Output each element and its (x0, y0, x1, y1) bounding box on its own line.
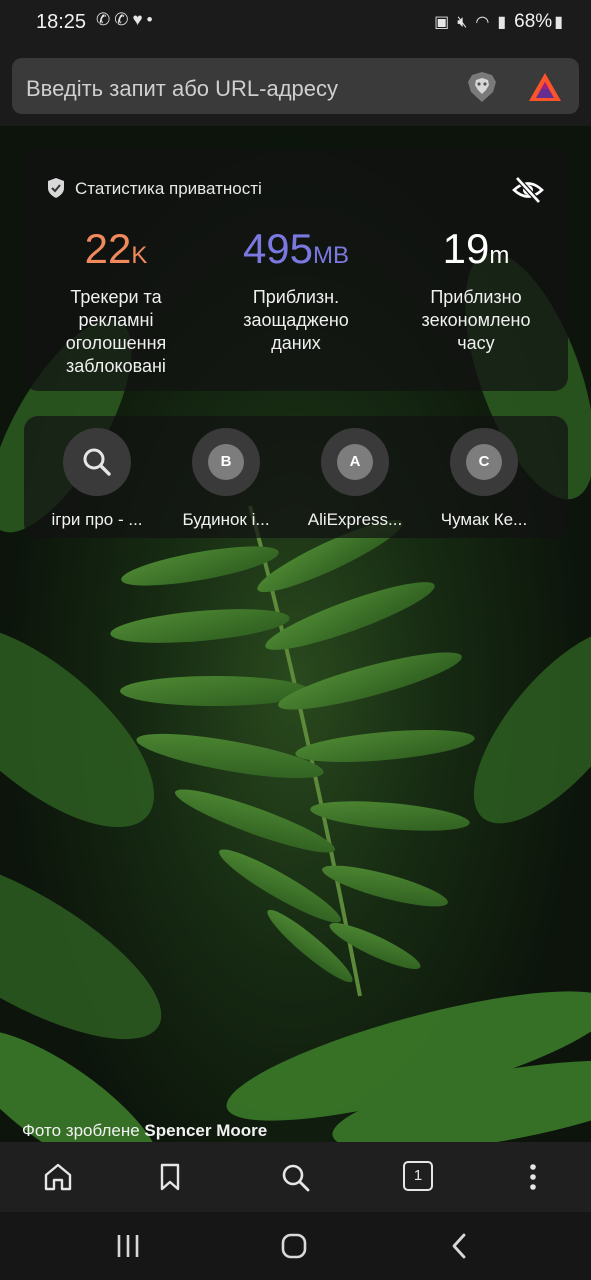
status-bar: 18:25 ✆✆♥• ▣ 🔇︎ ◠ ▮ 68% ▮ (0, 0, 591, 44)
stat-data-label: Приблизн. заощаджено даних (243, 287, 349, 353)
top-site-icon-circle (63, 428, 131, 496)
tab-count: 1 (413, 1167, 423, 1184)
privacy-stats-card: Статистика приватності 22K Трекери та ре… (24, 149, 568, 391)
top-site-label: Чумак Ке... (440, 510, 528, 529)
bat-rewards-icon[interactable] (527, 70, 563, 104)
wifi-icon: ◠ (475, 14, 490, 31)
notification-icons: ✆✆♥• (96, 10, 157, 30)
stat-trackers: 22K Трекери та рекламні оголошення забло… (26, 225, 206, 378)
viber-icon: ✆ (96, 10, 115, 29)
battery-saver-icon: ▣ (434, 14, 450, 31)
top-site-tile[interactable]: ігри про - ... (33, 428, 161, 530)
signal-icon: ▮ (497, 14, 507, 31)
brave-shields-icon[interactable] (465, 70, 499, 104)
mute-icon: 🔇︎ (457, 14, 468, 31)
top-site-label: AliExpress... (307, 510, 403, 529)
home-nav-icon[interactable] (279, 1232, 309, 1260)
toolbar-top (0, 44, 591, 126)
tabs-button[interactable]: 1 (403, 1161, 433, 1191)
photo-credit-author: Spencer Moore (144, 1121, 268, 1140)
system-icons: ▣ 🔇︎ ◠ ▮ 68% ▮ (434, 11, 563, 33)
shield-check-icon (48, 178, 64, 198)
letter-icon: C (466, 444, 502, 480)
letter-icon: B (208, 444, 244, 480)
viber-icon: ✆ (114, 10, 133, 29)
top-site-label: Будинок і... (182, 510, 270, 529)
photo-credit[interactable]: Фото зроблене Spencer Moore (22, 1121, 267, 1141)
url-bar[interactable] (12, 58, 579, 114)
top-site-tile[interactable]: C Чумак Ке... (420, 428, 548, 530)
bottom-toolbar: 1 (0, 1142, 591, 1212)
photo-credit-prefix: Фото зроблене (22, 1121, 140, 1140)
stat-time-label: Приблизно зекономлено часу (421, 287, 531, 353)
system-nav-bar (0, 1212, 591, 1280)
search-icon[interactable] (279, 1161, 311, 1193)
top-site-label: ігри про - ... (51, 510, 143, 529)
recent-apps-icon[interactable] (113, 1232, 143, 1260)
privacy-stats-title: Статистика приватності (75, 179, 262, 198)
more-menu-icon[interactable] (517, 1161, 549, 1193)
home-icon[interactable] (42, 1161, 74, 1193)
eye-off-icon[interactable] (512, 175, 544, 205)
top-site-icon-circle: A (321, 428, 389, 496)
stat-trackers-label: Трекери та рекламні оголошення заблокова… (65, 287, 167, 376)
stat-time-saved: 19m Приблизно зекономлено часу (386, 225, 566, 355)
stat-time-value: 19 (442, 225, 490, 272)
battery-icon: ▮ (554, 14, 563, 31)
top-site-icon-circle: C (450, 428, 518, 496)
stat-trackers-unit: K (131, 242, 148, 269)
url-input[interactable] (24, 72, 458, 106)
stat-time-unit: m (489, 242, 510, 269)
top-site-tile[interactable]: B Будинок і... (162, 428, 290, 530)
stat-data-saved: 495MB Приблизн. заощаджено даних (206, 225, 386, 355)
search-icon (83, 448, 111, 476)
heart-app-icon: ♥ (132, 10, 147, 29)
battery-text: 68% (514, 11, 553, 32)
top-sites-card: ігри про - ... B Будинок і... A AliExpre… (24, 416, 568, 538)
back-icon[interactable] (445, 1232, 475, 1260)
status-time: 18:25 (36, 11, 87, 33)
stat-data-value: 495 (242, 225, 314, 272)
letter-icon: A (337, 444, 373, 480)
top-site-tile[interactable]: A AliExpress... (291, 428, 419, 530)
stat-trackers-value: 22 (84, 225, 132, 272)
top-site-icon-circle: B (192, 428, 260, 496)
stat-data-unit: MB (313, 242, 350, 269)
bookmark-icon[interactable] (154, 1161, 186, 1193)
dot-icon: • (146, 10, 157, 29)
